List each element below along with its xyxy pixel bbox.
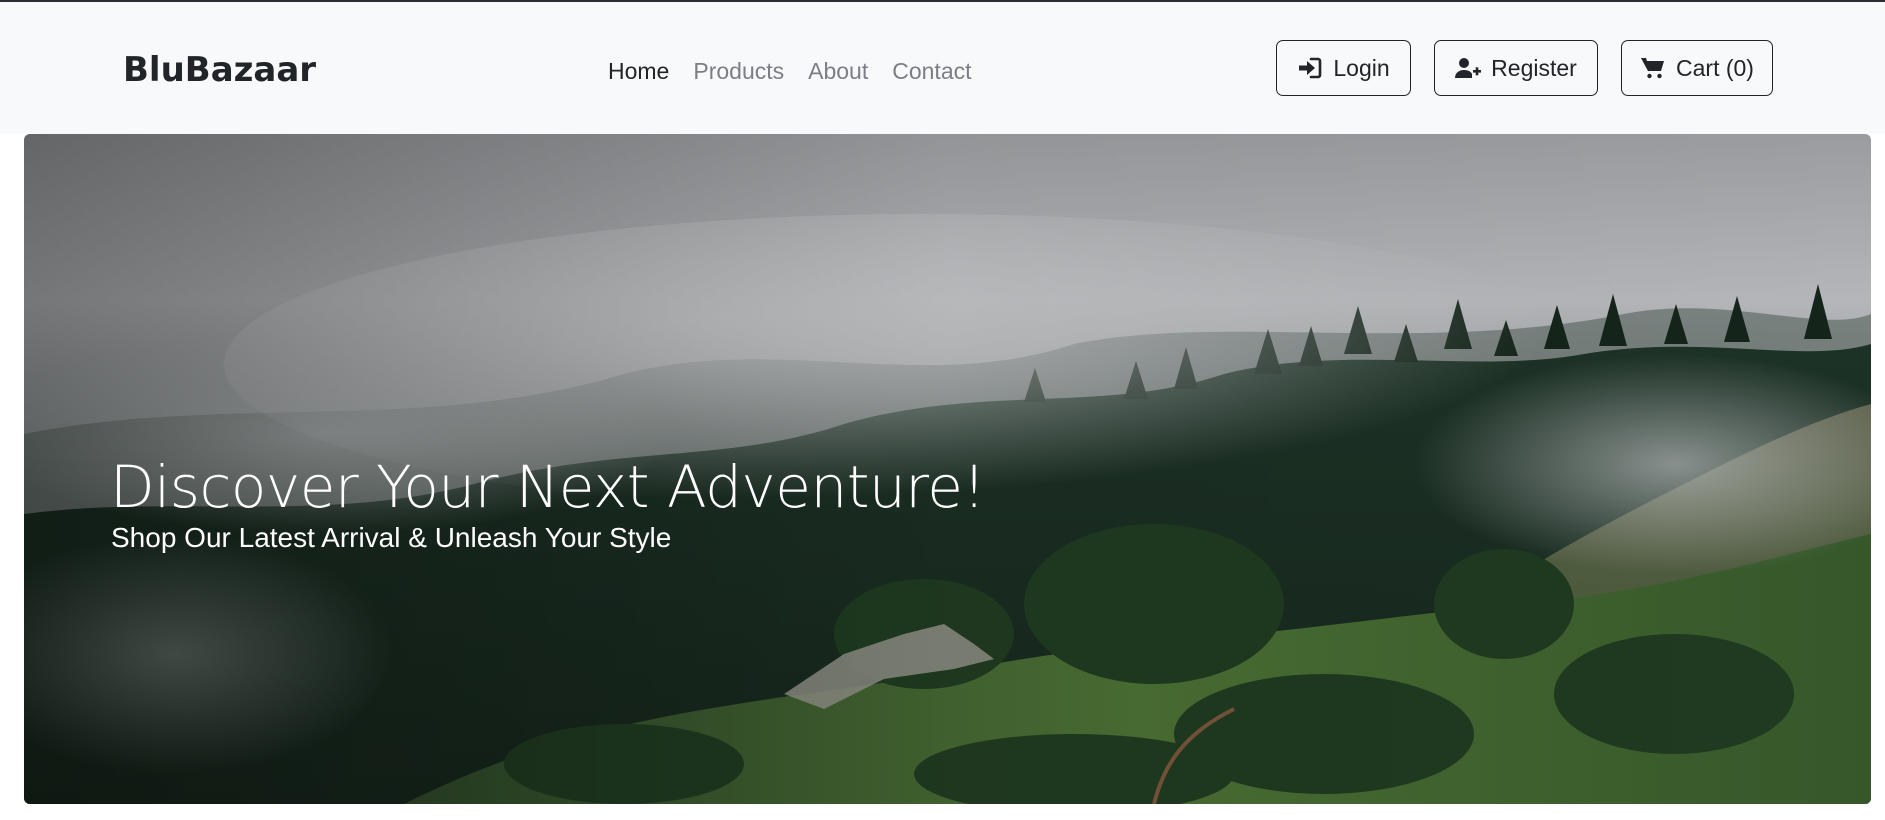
nav-item-products[interactable]: Products	[693, 56, 784, 86]
login-button[interactable]: Login	[1276, 40, 1411, 96]
navbar: BluBazaar Home Products About Contact Lo…	[0, 2, 1885, 134]
sign-in-icon	[1297, 56, 1323, 80]
hero-banner: Discover Your Next Adventure! Shop Our L…	[24, 134, 1871, 804]
register-label: Register	[1491, 54, 1577, 81]
nav-item-home[interactable]: Home	[608, 56, 669, 86]
nav-item-contact[interactable]: Contact	[892, 56, 971, 86]
login-label: Login	[1333, 54, 1390, 81]
shopping-cart-icon	[1640, 56, 1666, 80]
nav-item-about[interactable]: About	[808, 56, 868, 86]
user-plus-icon	[1455, 56, 1482, 80]
brand-logo[interactable]: BluBazaar	[123, 50, 316, 90]
hero-subtitle: Shop Our Latest Arrival & Unleash Your S…	[111, 522, 672, 553]
main-nav: Home Products About Contact	[608, 56, 972, 86]
cart-button[interactable]: Cart (0)	[1621, 40, 1773, 96]
cart-label: Cart (0)	[1676, 54, 1754, 81]
register-button[interactable]: Register	[1434, 40, 1598, 96]
hero-title: Discover Your Next Adventure!	[110, 452, 986, 521]
